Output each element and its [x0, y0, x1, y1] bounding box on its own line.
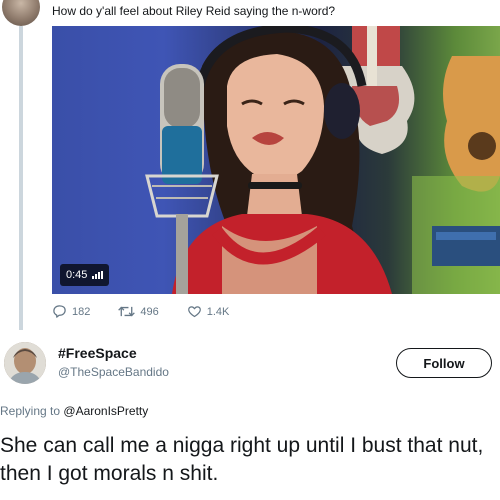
like-action[interactable]: 1.4K — [187, 304, 230, 319]
follow-button[interactable]: Follow — [396, 348, 492, 378]
thread-connector-line — [19, 26, 23, 330]
reply-action[interactable]: 182 — [52, 304, 90, 319]
reply-tweet: #FreeSpace @TheSpaceBandido Follow Reply… — [0, 330, 500, 500]
replying-to-mention-link[interactable]: @AaronIsPretty — [63, 404, 148, 418]
user-handle[interactable]: @TheSpaceBandido — [58, 365, 169, 379]
heart-icon — [187, 306, 201, 318]
video-player[interactable]: 0:45 — [52, 26, 500, 294]
replying-to-prefix: Replying to — [0, 404, 61, 418]
tweet-text: She can call me a nigga right up until I… — [0, 434, 484, 485]
signal-bars-icon — [92, 271, 104, 279]
quoted-tweet: How do y'all feel about Riley Reid sayin… — [0, 0, 500, 330]
replying-to: Replying to @AaronIsPretty — [0, 404, 148, 418]
video-duration: 0:45 — [66, 269, 88, 281]
avatar[interactable] — [2, 0, 40, 26]
video-duration-badge: 0:45 — [60, 264, 110, 286]
reply-count: 182 — [72, 305, 91, 318]
video-frame — [145, 26, 500, 294]
like-count: 1.4K — [206, 305, 230, 318]
avatar[interactable] — [4, 342, 46, 384]
display-name[interactable]: #FreeSpace — [58, 345, 137, 361]
tweet-actions: 182 496 1.4K — [52, 304, 257, 319]
retweet-action[interactable]: 496 — [118, 304, 159, 319]
acoustic-guitar-illustration — [443, 56, 500, 192]
retweet-count: 496 — [140, 305, 159, 318]
tweet-text: How do y'all feel about Riley Reid sayin… — [52, 4, 336, 18]
reply-icon — [53, 305, 66, 318]
retweet-icon — [118, 306, 136, 317]
avatar-face — [4, 342, 46, 384]
